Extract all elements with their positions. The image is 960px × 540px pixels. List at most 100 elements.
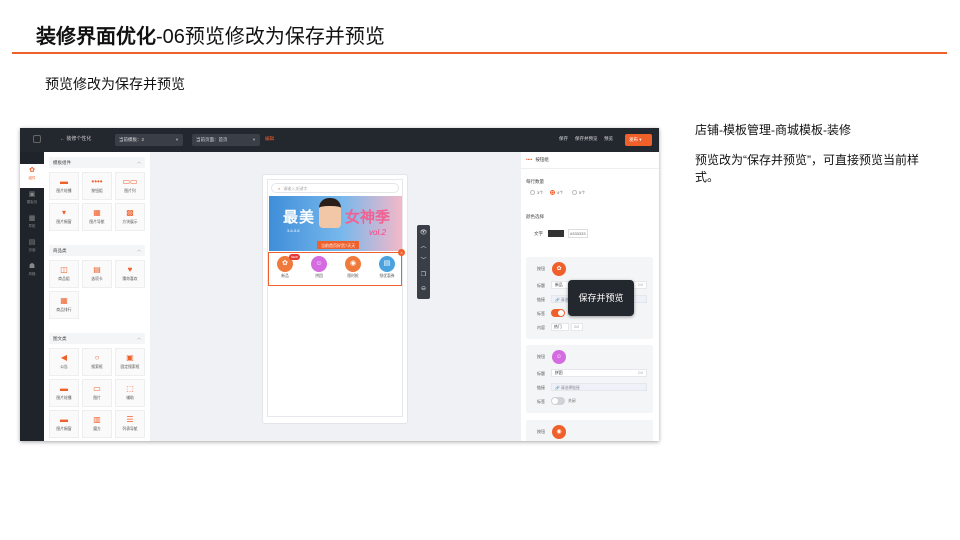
preview-nav-label: 领优惠券 (379, 274, 395, 278)
component-label: 公告 (60, 365, 68, 369)
component-tile[interactable]: ☰ 列表导航 (115, 410, 145, 438)
nav-item-style[interactable]: ☗ 风格 (20, 260, 44, 284)
button-group-icon: •••• (526, 157, 533, 162)
chevron-down-icon: ▼ (252, 137, 256, 142)
component-tile[interactable]: ▾ 图片橱窗 (49, 203, 79, 231)
nav-item-components[interactable]: ✿ 组件 (20, 164, 44, 188)
left-nav: ✿ 组件 ▣ 模板页 ▦ 导航 ▤ 页面 ☗ 风格 (20, 152, 44, 441)
magic-cube-icon: ▥ (93, 415, 101, 424)
component-tile[interactable]: ◀ 公告 (49, 348, 79, 376)
save-and-preview-button[interactable]: 保存并预览 (575, 136, 598, 142)
slide-title: 装修界面优化-06预览修改为保存并预览 (36, 20, 385, 49)
nav-item-label: 页面 (28, 248, 36, 252)
component-tile[interactable]: ◫ 商品组 (49, 260, 79, 288)
radio-icon (530, 190, 535, 195)
chevron-up-icon: ︿ (137, 247, 141, 252)
per-row-label: 每行数量 (526, 179, 544, 184)
per-row-option-3[interactable]: 3个 (530, 190, 543, 196)
component-label: 辅助 (126, 396, 134, 400)
component-tile[interactable]: ○ 搜索框 (82, 348, 112, 376)
component-label: 商品组 (58, 277, 70, 281)
note-description: 预览改为“保存并预览”，可直接预览当前样式。 (695, 153, 919, 184)
save-button[interactable]: 保存 (559, 136, 568, 142)
page-select[interactable]: 当前页面：首页 ▼ (192, 134, 260, 146)
badge-toggle[interactable] (551, 397, 565, 405)
visibility-icon[interactable]: 👁 (417, 227, 430, 239)
template-select[interactable]: 当前模板：2 ▼ (115, 134, 183, 146)
link-select[interactable]: 🔗 请选择链接 (551, 383, 647, 391)
component-tile[interactable]: ▦ 商品排行 (49, 291, 79, 319)
image-window-icon: ▬ (60, 415, 68, 424)
back-button[interactable]: ← 装修个性化 (60, 135, 91, 142)
preview-nav-item[interactable]: ▤ 领优惠券 (375, 256, 399, 279)
component-tile[interactable]: ▭▭ 图片列 (115, 172, 145, 200)
component-label: 图片 (93, 396, 101, 400)
component-tile[interactable]: ▬ 图片轮播 (49, 172, 79, 200)
component-tile[interactable]: ▬ 图片轮播 (49, 379, 79, 407)
preview-nav-label: 拼团 (315, 274, 323, 278)
publish-button[interactable]: 发布 ▾ (625, 134, 652, 146)
close-icon[interactable]: × (398, 249, 405, 256)
text-color-swatch[interactable] (548, 230, 564, 237)
text-color-hex-input[interactable]: #333333 (568, 229, 588, 238)
ranking-icon: ▦ (60, 296, 68, 305)
edit-link[interactable]: 编辑 (265, 136, 274, 142)
per-row-option-5[interactable]: 5个 (572, 190, 585, 196)
move-down-icon[interactable]: ﹀ (417, 255, 430, 267)
badge-field-label: 标签 (537, 311, 545, 316)
component-label: 图片轮播 (56, 189, 72, 193)
preview-nav-item[interactable]: ◉ 限时抢 (341, 256, 365, 279)
component-tile[interactable]: ▦ 图片导航 (82, 203, 112, 231)
phone-preview: ⌕ 请输入关键字 最美 女神季 3.6-3.8 vol.2 当前首页好货7天天 ×… (262, 174, 408, 424)
preview-banner[interactable]: 最美 女神季 3.6-3.8 vol.2 当前首页好货7天天 (269, 196, 402, 251)
title-input-value: 拼团 (555, 371, 563, 375)
new-icon[interactable]: ✿ (552, 262, 566, 276)
component-tile[interactable]: ▩ 方块展示 (115, 203, 145, 231)
component-tile[interactable]: ♥ 猜你喜欢 (115, 260, 145, 288)
nav-item-template-page[interactable]: ▣ 模板页 (20, 188, 44, 212)
pages-icon: ▤ (28, 239, 36, 246)
preview-button-group[interactable]: × ✿ 新品 NEW ☺ 拼团 ◉ 限时抢 ▤ 领优惠券 (268, 249, 405, 286)
badge-content-input[interactable]: 热门 (551, 323, 569, 331)
coupon-icon: ▤ (379, 256, 395, 272)
preview-button[interactable]: 预览 (604, 136, 613, 142)
component-tile[interactable]: ▤ 选项卡 (82, 260, 112, 288)
nav-item-pages[interactable]: ▤ 页面 (20, 236, 44, 260)
component-tile[interactable]: ▥ 魔方 (82, 410, 112, 438)
color-label: 颜色选择 (526, 214, 544, 219)
copy-icon[interactable]: ❐ (417, 269, 430, 281)
move-up-icon[interactable]: ︿ (417, 241, 430, 253)
flash-sale-icon[interactable]: ◉ (552, 425, 566, 439)
component-tile[interactable]: ▭ 图片 (82, 379, 112, 407)
group-header[interactable]: 图文类 ︿ (49, 333, 145, 344)
group-buy-icon[interactable]: ☺ (552, 350, 566, 364)
group-header[interactable]: 商品类 ︿ (49, 245, 145, 256)
note-path: 店铺-模板管理-商城模板-装修 (695, 123, 851, 137)
badge-toggle[interactable] (551, 309, 565, 317)
banner-headline-right: 女神季 (345, 209, 391, 226)
component-label: 商品排行 (56, 308, 72, 312)
component-toolbar: 👁 ︿ ﹀ ❐ ⊖ (417, 225, 430, 299)
carousel-icon: ▬ (60, 177, 68, 186)
component-tile[interactable]: •••• 按钮组 (82, 172, 112, 200)
component-tile[interactable]: ▣ 固定搜索框 (115, 348, 145, 376)
group-title: 模板组件 (53, 160, 71, 165)
slide-title-rest: -06预览修改为保存并预览 (156, 26, 385, 48)
badge-field-label: 标签 (537, 399, 545, 404)
delete-icon[interactable]: ⊖ (417, 283, 430, 295)
slide-subtitle: 预览修改为保存并预览 (45, 76, 185, 92)
slide-title-bold: 装修界面优化 (36, 26, 156, 48)
per-row-option-4[interactable]: 4个 (550, 190, 563, 196)
title-input-value: 新品 (555, 283, 563, 287)
title-input[interactable]: 拼团 2/4 (551, 369, 647, 377)
component-label: 选项卡 (91, 277, 103, 281)
component-tile[interactable]: ⬚ 辅助 (115, 379, 145, 407)
carousel-icon: ▬ (60, 384, 68, 393)
preview-search-bar[interactable]: ⌕ 请输入关键字 (271, 183, 399, 193)
component-tile[interactable]: ▬ 图片橱窗 (49, 410, 79, 438)
nav-item-navigation[interactable]: ▦ 导航 (20, 212, 44, 236)
helper-icon: ⬚ (126, 384, 134, 393)
chevron-up-icon: ︿ (137, 159, 141, 164)
group-header[interactable]: 模板组件 ︿ (49, 157, 145, 168)
preview-nav-item[interactable]: ☺ 拼团 (307, 256, 331, 279)
